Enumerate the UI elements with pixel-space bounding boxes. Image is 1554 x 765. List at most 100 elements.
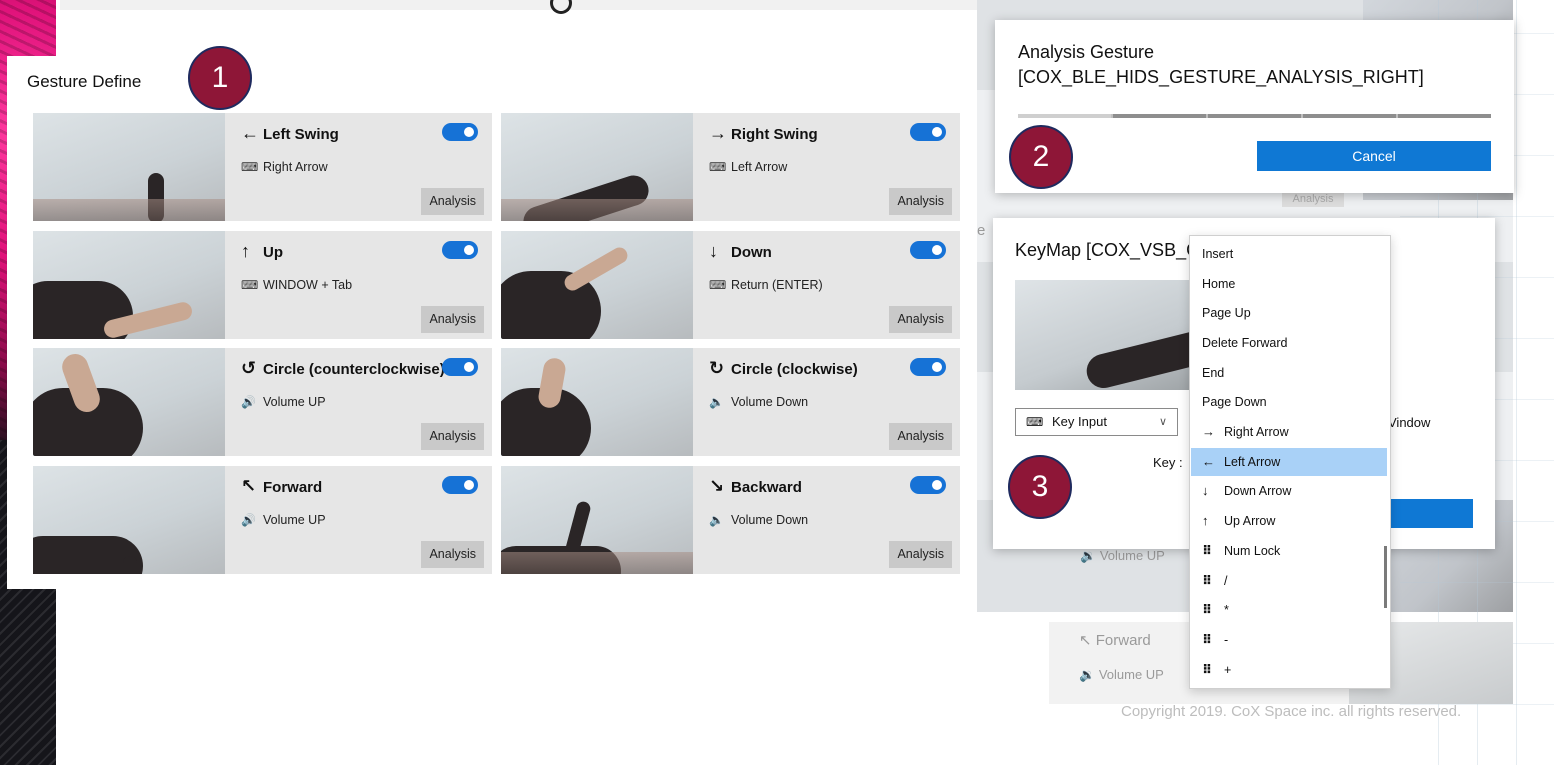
numpad-icon: ⠿ [1202,602,1213,617]
gesture-mapping: 🔈 Volume Down [709,513,809,527]
gesture-thumbnail [33,113,225,221]
gesture-name: ↖ Forward [241,476,323,496]
gesture-thumbnail [501,348,693,456]
dialog-gesture-id: [COX_BLE_HIDS_GESTURE_ANALYSIS_RIGHT] [1018,67,1424,87]
cancel-button[interactable]: Cancel [1257,141,1491,171]
background-forward-label: ↖ Forward [1079,632,1151,649]
analysis-button[interactable]: Analysis [421,306,484,333]
volume-up-icon: 🔉 [1079,667,1099,682]
gesture-name: ↻ Circle (clockwise) [709,358,858,378]
gesture-card-up: ↑ Up ⌨ WINDOW + Tab Analysis [33,231,492,339]
arrow-left-icon: ← [1202,454,1215,469]
dropdown-item-delete-forward[interactable]: Delete Forward [1191,329,1387,357]
keyboard-icon: ⌨ [709,278,727,292]
gesture-card-forward: ↖ Forward 🔊 Volume UP Analysis [33,466,492,574]
dropdown-item-numpad-divide[interactable]: ⠿ / [1191,567,1387,595]
dropdown-item-home[interactable]: Home [1191,270,1387,298]
analysis-gesture-dialog: Analysis Gesture [COX_BLE_HIDS_GESTURE_A… [995,20,1514,193]
dropdown-item-page-up[interactable]: Page Up [1191,299,1387,327]
dropdown-item-numpad-multiply[interactable]: ⠿ * [1191,596,1387,624]
step-badge-1: 1 [188,46,252,110]
numpad-icon: ⠿ [1202,632,1213,647]
gesture-name: ↑ Up [241,241,283,261]
gesture-thumbnail [33,466,225,574]
gesture-mapping: 🔊 Volume UP [241,395,326,409]
background-edge-letter: e [977,222,986,239]
copyright-text: Copyright 2019. CoX Space inc. all right… [1121,703,1462,720]
gesture-card-down: ↓ Down ⌨ Return (ENTER) Analysis [501,231,960,339]
volume-down-icon: 🔈 [709,395,724,409]
arrow-up-left-icon: ↖ [1079,632,1096,649]
gesture-mapping: ⌨ Right Arrow [241,160,328,174]
numpad-icon: ⠿ [1202,662,1213,677]
chevron-down-icon: ∨ [1158,416,1167,428]
gesture-toggle[interactable] [910,358,946,376]
input-type-value: Key Input [1052,414,1107,429]
dropdown-item-insert[interactable]: Insert [1191,240,1387,268]
analysis-button[interactable]: Analysis [421,541,484,568]
analysis-progress-bar [1018,114,1491,118]
dropdown-item-page-down[interactable]: Page Down [1191,388,1387,416]
gesture-card-left-swing: ← Left Swing ⌨ Right Arrow Analysis [33,113,492,221]
keyboard-icon: ⌨ [241,278,259,292]
analysis-button[interactable]: Analysis [421,423,484,450]
key-label: Key : [1153,455,1183,470]
gesture-toggle[interactable] [910,123,946,141]
input-type-select[interactable]: ⌨ Key Input ∨ [1015,408,1178,436]
arrow-down-icon: ↓ [1202,483,1209,498]
gesture-thumbnail [501,466,693,574]
dropdown-item-up-arrow[interactable]: ↑ Up Arrow [1191,507,1387,535]
dropdown-item-right-arrow[interactable]: → Right Arrow [1191,418,1387,446]
gesture-card-backward: ↘ Backward 🔈 Volume Down Analysis [501,466,960,574]
panel-title: Gesture Define [27,72,142,91]
gesture-card-circle-counterclockwise: ↺ Circle (counterclockwise) 🔊 Volume UP An… [33,348,492,456]
gesture-mapping: ⌨ Left Arrow [709,160,788,174]
arrow-up-left-icon: ↖ [241,476,257,496]
dropdown-item-numpad-plus[interactable]: ⠿ + [1191,656,1387,684]
analysis-button[interactable]: Analysis [889,306,952,333]
gesture-name: → Right Swing [709,123,818,143]
background-analysis-button: Analysis [1282,191,1344,207]
background-volume-label: 🔉 Volume UP [1079,667,1164,682]
window-option-label: Vindow [1388,415,1431,430]
gesture-name: ↓ Down [709,241,772,261]
gesture-toggle[interactable] [442,476,478,494]
gesture-name: ← Left Swing [241,123,339,143]
dropdown-item-down-arrow[interactable]: ↓ Down Arrow [1191,477,1387,505]
analysis-button[interactable]: Analysis [889,423,952,450]
numpad-icon: ⠿ [1202,543,1213,558]
gesture-toggle[interactable] [910,241,946,259]
dialog-title: Analysis Gesture [1018,42,1155,62]
arrow-up-icon: ↑ [241,241,250,261]
top-header-bar [60,0,980,14]
step-badge-2: 2 [1009,125,1073,189]
dropdown-item-end[interactable]: End [1191,359,1387,387]
arrow-right-icon: → [1202,424,1215,439]
gesture-define-panel: Gesture Define 1 ← Left Swing ⌨ Right Arro… [7,46,975,589]
volume-down-icon: 🔈 [709,513,724,527]
dropdown-item-num-lock[interactable]: ⠿ Num Lock [1191,537,1387,565]
rotate-counterclockwise-icon: ↺ [241,358,257,378]
gesture-toggle[interactable] [442,358,478,376]
gesture-name: ↘ Backward [709,476,802,496]
dropdown-item-numpad-minus[interactable]: ⠿ - [1191,626,1387,654]
dropdown-scrollbar[interactable] [1384,546,1387,608]
keymap-thumbnail [1015,280,1195,390]
header-glyph [550,0,572,14]
dropdown-item-left-arrow[interactable]: ← Left Arrow [1191,448,1387,476]
gesture-toggle[interactable] [910,476,946,494]
numpad-icon: ⠿ [1202,573,1213,588]
arrow-up-icon: ↑ [1202,513,1209,528]
step-badge-3: 3 [1008,455,1072,519]
gesture-toggle[interactable] [442,123,478,141]
arrow-down-right-icon: ↘ [709,476,725,496]
gesture-toggle[interactable] [442,241,478,259]
analysis-button[interactable]: Analysis [889,541,952,568]
gesture-thumbnail [33,231,225,339]
volume-up-icon: 🔊 [241,395,256,409]
rotate-clockwise-icon: ↻ [709,358,725,378]
volume-up-icon: 🔊 [241,513,256,527]
gesture-thumbnail [501,231,693,339]
analysis-button[interactable]: Analysis [889,188,952,215]
analysis-button[interactable]: Analysis [421,188,484,215]
